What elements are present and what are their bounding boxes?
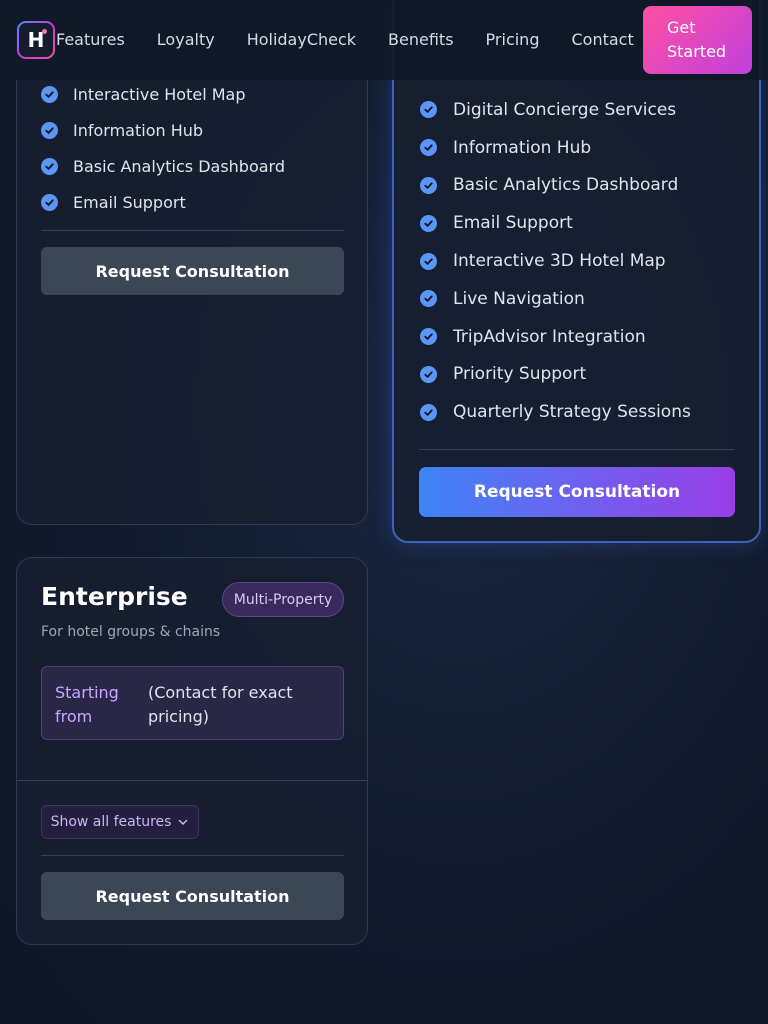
feature-list: Interactive Hotel Map Information Hub Ba… bbox=[41, 76, 285, 220]
feature-item: Basic Analytics Dashboard bbox=[420, 167, 691, 205]
check-circle-icon bbox=[420, 139, 437, 157]
check-circle-icon bbox=[41, 157, 58, 175]
check-circle-icon bbox=[420, 290, 437, 308]
card-divider bbox=[419, 449, 734, 450]
price-label: Starting from bbox=[55, 683, 119, 726]
feature-label: Email Support bbox=[73, 192, 186, 212]
check-circle-icon bbox=[41, 121, 58, 139]
logo[interactable]: H bbox=[17, 21, 55, 59]
feature-label: Information Hub bbox=[73, 120, 204, 140]
check-circle-icon bbox=[420, 252, 437, 270]
main-nav: Features Loyalty HolidayCheck Benefits P… bbox=[56, 30, 634, 50]
feature-label: Basic Analytics Dashboard bbox=[453, 175, 679, 196]
get-started-button[interactable]: Get Started bbox=[643, 6, 752, 74]
nav-link-features[interactable]: Features bbox=[56, 30, 125, 50]
logo-dot bbox=[42, 29, 47, 34]
card-divider bbox=[41, 855, 344, 856]
nav-link-pricing[interactable]: Pricing bbox=[486, 30, 540, 50]
feature-label: Interactive 3D Hotel Map bbox=[453, 251, 666, 272]
price-box: Starting from (Contact for exact pricing… bbox=[41, 666, 344, 740]
plan-title: Enterprise bbox=[41, 582, 188, 611]
nav-link-benefits[interactable]: Benefits bbox=[388, 30, 454, 50]
card-divider bbox=[17, 780, 367, 781]
chevron-down-icon bbox=[179, 819, 188, 825]
check-circle-icon bbox=[420, 214, 437, 232]
feature-item: Information Hub bbox=[41, 112, 285, 148]
show-all-label: Show all features bbox=[50, 814, 172, 830]
feature-item: Information Hub bbox=[420, 129, 691, 167]
feature-label: Interactive Hotel Map bbox=[73, 84, 246, 104]
feature-label: Information Hub bbox=[453, 137, 592, 158]
plan-subtitle: For hotel groups & chains bbox=[41, 624, 221, 640]
request-consultation-button[interactable]: Request Consultation bbox=[41, 247, 344, 295]
feature-item: Email Support bbox=[41, 184, 285, 220]
nav-link-loyalty[interactable]: Loyalty bbox=[157, 30, 215, 50]
check-circle-icon bbox=[41, 193, 58, 211]
feature-label: Basic Analytics Dashboard bbox=[73, 156, 285, 176]
logo-mark: H bbox=[19, 23, 53, 57]
feature-label: Digital Concierge Services bbox=[453, 99, 677, 120]
page: Interactive Hotel Map Information Hub Ba… bbox=[0, 0, 768, 1024]
site-header: H Features Loyalty HolidayCheck Benefits… bbox=[0, 0, 768, 80]
check-circle-icon bbox=[420, 403, 437, 421]
pricing-card-enterprise: Enterprise Multi-Property For hotel grou… bbox=[16, 557, 368, 945]
feature-label: Live Navigation bbox=[453, 288, 585, 309]
price-value: (Contact for exact pricing) bbox=[148, 683, 293, 726]
feature-item: Basic Analytics Dashboard bbox=[41, 148, 285, 184]
card-divider bbox=[41, 230, 344, 231]
feature-item: Interactive Hotel Map bbox=[41, 76, 285, 112]
feature-item: Quarterly Strategy Sessions bbox=[420, 393, 691, 431]
feature-item: Digital Concierge Services bbox=[420, 91, 691, 129]
feature-item: Interactive 3D Hotel Map bbox=[420, 242, 691, 280]
feature-item: TripAdvisor Integration bbox=[420, 318, 691, 356]
feature-label: Priority Support bbox=[453, 364, 587, 385]
feature-item: Live Navigation bbox=[420, 280, 691, 318]
nav-link-contact[interactable]: Contact bbox=[571, 30, 633, 50]
pricing-card-featured: Digital Concierge Services Information H… bbox=[392, 0, 761, 543]
check-circle-icon bbox=[41, 85, 58, 103]
feature-label: Quarterly Strategy Sessions bbox=[453, 402, 691, 423]
feature-list: Digital Concierge Services Information H… bbox=[420, 91, 691, 431]
feature-item: Email Support bbox=[420, 204, 691, 242]
feature-label: TripAdvisor Integration bbox=[453, 326, 646, 347]
nav-link-holidaycheck[interactable]: HolidayCheck bbox=[247, 30, 356, 50]
check-circle-icon bbox=[420, 101, 437, 119]
show-all-features-button[interactable]: Show all features bbox=[41, 805, 199, 839]
plan-badge: Multi-Property bbox=[222, 582, 344, 617]
check-circle-icon bbox=[420, 176, 437, 194]
request-consultation-button[interactable]: Request Consultation bbox=[419, 467, 735, 517]
feature-label: Email Support bbox=[453, 213, 573, 234]
check-circle-icon bbox=[420, 328, 437, 346]
feature-item: Priority Support bbox=[420, 356, 691, 394]
check-circle-icon bbox=[420, 365, 437, 383]
request-consultation-button[interactable]: Request Consultation bbox=[41, 872, 344, 920]
